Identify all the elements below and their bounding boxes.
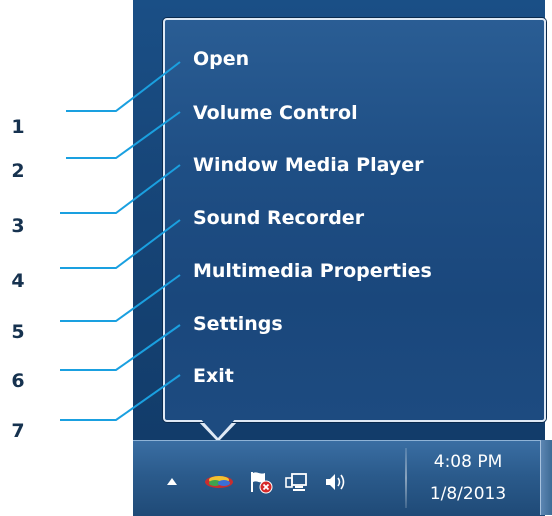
annotated-screenshot: Open Volume Control Window Media Player … [0,0,552,516]
callout-number-2: 2 [11,160,25,182]
menu-pointer [198,416,238,438]
speaker-volume-icon[interactable] [322,470,348,494]
menu-item-exit[interactable]: Exit [193,361,234,391]
tray-separator [405,448,407,508]
action-center-flag-icon[interactable] [246,470,274,494]
network-icon[interactable] [284,470,312,494]
show-hidden-icons-arrow-icon[interactable] [160,470,184,494]
clock-date[interactable]: 1/8/2013 [412,484,524,504]
callout-number-1: 1 [11,116,25,138]
menu-item-window-media-player[interactable]: Window Media Player [193,150,423,180]
menu-item-open[interactable]: Open [193,44,249,74]
callout-number-5: 5 [11,321,25,343]
menu-item-multimedia-properties[interactable]: Multimedia Properties [193,256,432,286]
show-desktop-button[interactable] [540,440,552,515]
callout-number-4: 4 [11,270,25,292]
menu-item-settings[interactable]: Settings [193,309,283,339]
clock-time[interactable]: 4:08 PM [412,452,524,472]
menu-item-sound-recorder[interactable]: Sound Recorder [193,203,364,233]
callout-number-6: 6 [11,370,25,392]
audio-app-icon[interactable] [202,470,236,494]
menu-item-volume-control[interactable]: Volume Control [193,98,358,128]
callout-number-3: 3 [11,215,25,237]
callout-number-7: 7 [11,420,25,442]
